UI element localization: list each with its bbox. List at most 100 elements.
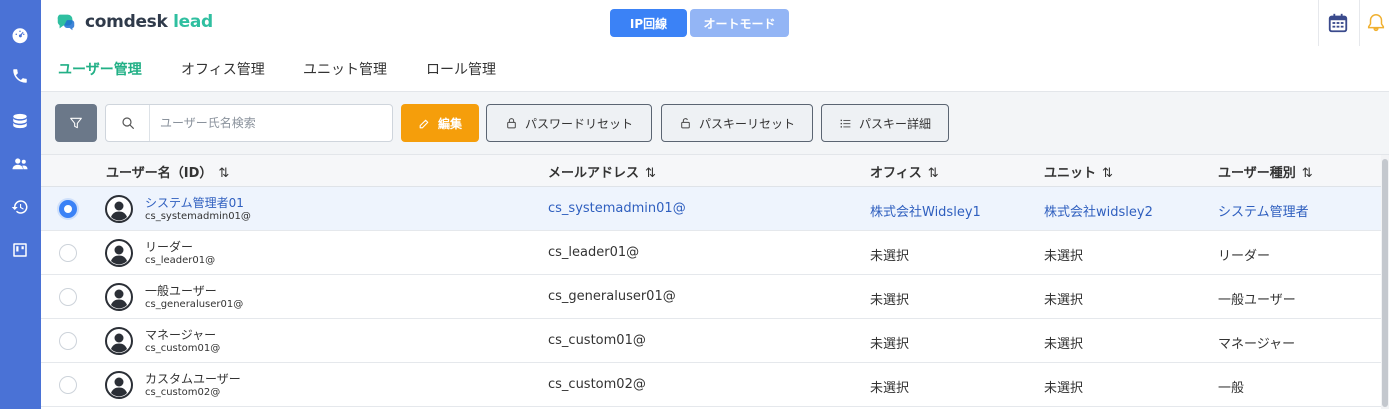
lock-icon [507, 117, 516, 128]
unlock-icon [681, 117, 690, 128]
password-reset-button[interactable]: パスワードリセット [486, 104, 652, 142]
tab-office-management[interactable]: オフィス管理 [181, 59, 265, 79]
brand-logo[interactable]: comdesk lead [55, 11, 213, 33]
dashboard-icon[interactable] [9, 24, 31, 46]
user-display-name: カスタムユーザー [145, 372, 241, 386]
search-box [105, 104, 393, 142]
passkey-detail-button[interactable]: パスキー詳細 [821, 104, 949, 142]
office-cell: 株式会社Widsley1 [870, 205, 981, 220]
history-icon[interactable] [9, 196, 31, 218]
filter-icon [70, 117, 82, 129]
user-login-id: cs_generaluser01@ [145, 299, 244, 310]
table-row[interactable]: リーダー cs_leader01@ cs_leader01@ 未選択 未選択 リ… [41, 231, 1381, 275]
user-display-name: リーダー [145, 240, 194, 254]
app-root: comdesk lead IP回線 オートモード 1 ユーザー管理 オフィス管理… [0, 0, 1389, 409]
users-icon[interactable] [9, 153, 31, 175]
column-header-office[interactable]: オフィス ⇅ [870, 162, 939, 181]
passkey-reset-button[interactable]: パスキーリセット [661, 104, 813, 142]
user-login-id: cs_systemadmin01@ [145, 211, 251, 222]
brand-name: comdesk lead [85, 12, 213, 32]
unit-cell: 未選択 [1044, 381, 1084, 396]
user-type-cell: リーダー [1218, 249, 1271, 264]
user-avatar-icon [105, 195, 133, 223]
filter-button[interactable] [55, 104, 97, 142]
email-cell: cs_custom02@ [548, 377, 646, 392]
column-header-unit[interactable]: ユニット ⇅ [1044, 162, 1113, 181]
sort-icon[interactable]: ⇅ [645, 166, 656, 181]
edit-icon [419, 119, 429, 128]
toolbar: 編集 パスワードリセット パスキーリセット パスキー詳細 [41, 92, 1389, 155]
tab-user-management[interactable]: ユーザー管理 [58, 59, 142, 79]
table-row[interactable]: マネージャー cs_custom01@ cs_custom01@ 未選択 未選択… [41, 319, 1381, 363]
brand-logo-mark [57, 14, 75, 31]
top-header: comdesk lead IP回線 オートモード 1 [41, 0, 1389, 46]
unit-cell: 未選択 [1044, 337, 1084, 352]
unit-cell: 未選択 [1044, 249, 1084, 264]
email-cell: cs_custom01@ [548, 333, 646, 348]
user-table: ユーザー名（ID） ⇅ メールアドレス ⇅ オフィス ⇅ ユニット ⇅ ユーザー種別 ⇅ … [41, 155, 1381, 407]
password-reset-label: パスワードリセット [524, 116, 633, 131]
search-icon[interactable] [106, 105, 150, 141]
header-divider [1359, 0, 1360, 46]
user-display-name: システム管理者01 [145, 196, 244, 210]
row-select-radio[interactable] [59, 332, 77, 350]
header-divider [1318, 0, 1319, 46]
column-header-email[interactable]: メールアドレス ⇅ [548, 162, 656, 181]
edit-button[interactable]: 編集 [401, 104, 479, 142]
row-select-radio[interactable] [59, 200, 77, 218]
table-row[interactable]: システム管理者01 cs_systemadmin01@ cs_systemadm… [41, 187, 1381, 231]
user-avatar-icon [105, 327, 133, 355]
phone-icon[interactable] [9, 65, 31, 87]
user-display-name: 一般ユーザー [145, 284, 217, 298]
database-icon[interactable] [9, 110, 31, 132]
management-tabs: ユーザー管理 オフィス管理 ユニット管理 ロール管理 [41, 46, 1389, 92]
table-row[interactable]: 一般ユーザー cs_generaluser01@ cs_generaluser0… [41, 275, 1381, 319]
bell-icon[interactable] [1364, 11, 1388, 35]
column-header-user-type[interactable]: ユーザー種別 ⇅ [1218, 162, 1313, 181]
user-avatar-icon [105, 371, 133, 399]
row-select-radio[interactable] [59, 244, 77, 262]
passkey-detail-label: パスキー詳細 [858, 116, 931, 131]
sort-icon[interactable]: ⇅ [928, 166, 939, 181]
ip-line-button[interactable]: IP回線 [610, 9, 687, 37]
office-cell: 未選択 [870, 293, 910, 308]
board-icon[interactable] [9, 239, 31, 261]
unit-cell: 株式会社widsley2 [1044, 205, 1153, 220]
tab-role-management[interactable]: ロール管理 [426, 59, 496, 79]
table-scrollbar[interactable] [1381, 155, 1389, 409]
list-icon [840, 119, 851, 128]
user-login-id: cs_custom01@ [145, 343, 221, 354]
auto-mode-button[interactable]: オートモード [690, 9, 789, 37]
user-avatar-icon [105, 239, 133, 267]
user-login-id: cs_leader01@ [145, 255, 216, 266]
email-cell: cs_systemadmin01@ [548, 201, 686, 216]
edit-button-label: 編集 [437, 116, 462, 131]
row-select-radio[interactable] [59, 376, 77, 394]
sort-icon[interactable]: ⇅ [218, 166, 229, 181]
table-row[interactable]: カスタムユーザー cs_custom02@ cs_custom02@ 未選択 未… [41, 363, 1381, 407]
user-type-cell: 一般ユーザー [1218, 293, 1296, 308]
row-select-radio[interactable] [59, 288, 77, 306]
unit-cell: 未選択 [1044, 293, 1084, 308]
column-header-username[interactable]: ユーザー名（ID） ⇅ [106, 162, 229, 181]
office-cell: 未選択 [870, 381, 910, 396]
office-cell: 未選択 [870, 249, 910, 264]
user-avatar-icon [105, 283, 133, 311]
user-type-cell: システム管理者 [1218, 205, 1309, 220]
sort-icon[interactable]: ⇅ [1302, 166, 1313, 181]
user-login-id: cs_custom02@ [145, 387, 221, 398]
email-cell: cs_leader01@ [548, 245, 640, 260]
email-cell: cs_generaluser01@ [548, 289, 676, 304]
table-header: ユーザー名（ID） ⇅ メールアドレス ⇅ オフィス ⇅ ユニット ⇅ ユーザー種別 ⇅ [41, 155, 1381, 187]
sort-icon[interactable]: ⇅ [1102, 166, 1113, 181]
user-display-name: マネージャー [145, 328, 217, 342]
passkey-reset-label: パスキーリセット [698, 116, 795, 131]
table-body: システム管理者01 cs_systemadmin01@ cs_systemadm… [41, 187, 1381, 407]
calendar-icon[interactable] [1326, 11, 1350, 35]
office-cell: 未選択 [870, 337, 910, 352]
tab-unit-management[interactable]: ユニット管理 [303, 59, 387, 79]
user-type-cell: 一般 [1218, 381, 1245, 396]
user-name-search-input[interactable] [151, 105, 389, 141]
sidebar [0, 0, 41, 409]
scrollbar-thumb[interactable] [1382, 159, 1388, 407]
